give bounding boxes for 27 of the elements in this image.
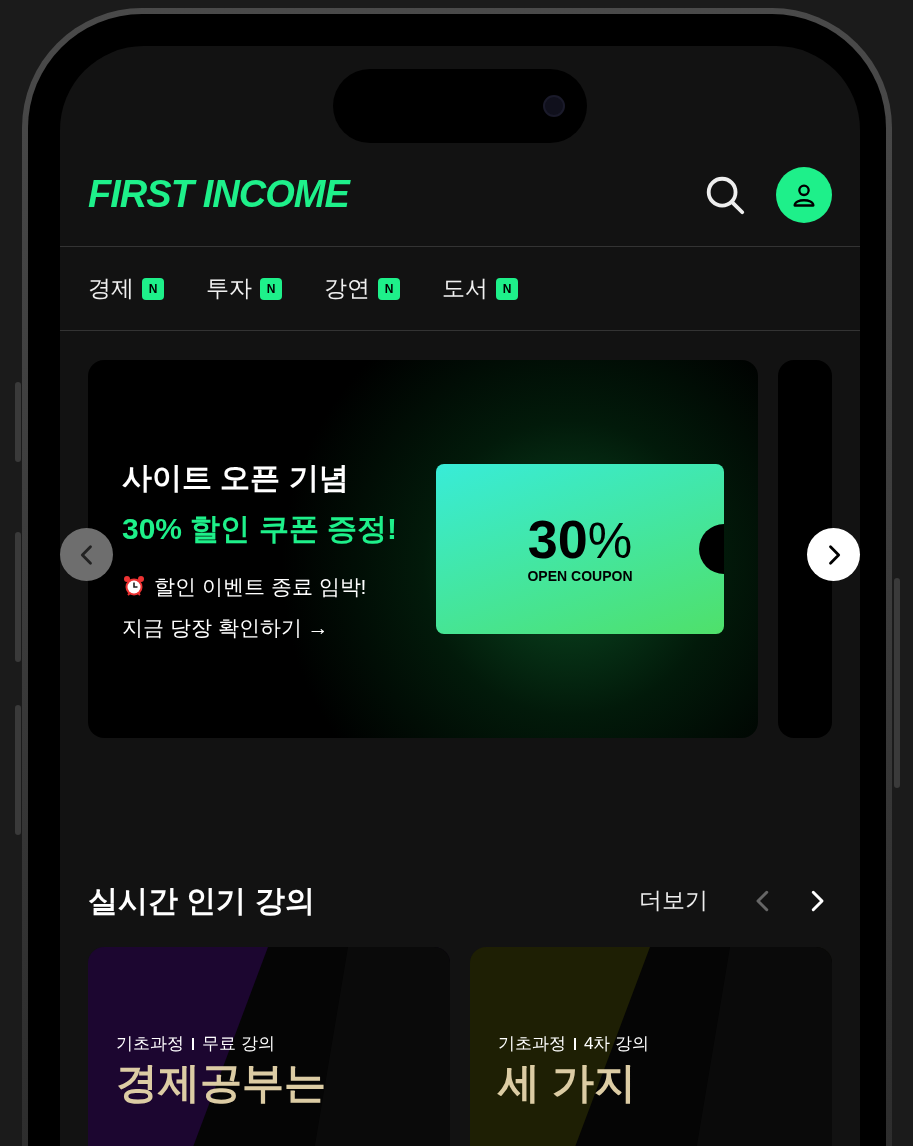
coupon-value: 30	[527, 511, 588, 566]
banner-highlight: 30% 할인 쿠폰 증정!	[122, 510, 398, 547]
category-tab[interactable]: 강연	[324, 271, 370, 306]
course-type: 무료 강의	[202, 1033, 275, 1055]
course-type: 4차 강의	[584, 1033, 650, 1055]
banner-link[interactable]: 지금 당장 확인하기 →	[122, 612, 398, 644]
course-title: 세 가지	[498, 1057, 637, 1108]
more-link[interactable]: 더보기	[639, 883, 708, 918]
category-tab[interactable]: 도서	[442, 271, 488, 306]
category-tab[interactable]: 경제	[88, 271, 134, 306]
new-badge: N	[260, 277, 282, 300]
app-logo[interactable]: FIRST INCOME	[88, 166, 349, 223]
coupon-caption: OPEN COUPON	[527, 566, 633, 586]
promo-banner[interactable]: 사이트 오픈 기념 30% 할인 쿠폰 증정! 할인 이벤트 종료 임박! 지금 당장 확인하기 → 30% OPEN COUPON	[88, 360, 758, 738]
coupon-unit: %	[587, 515, 633, 566]
course-tag: 기초과정	[116, 1031, 184, 1057]
category-tab[interactable]: 투자	[206, 271, 252, 306]
new-badge: N	[142, 277, 164, 300]
next-banner-card[interactable]	[778, 360, 832, 738]
camera-lens-icon	[543, 95, 565, 117]
new-badge: N	[378, 277, 400, 300]
banner-title: 사이트 오픈 기념	[122, 459, 350, 496]
new-badge: N	[496, 277, 518, 300]
course-tag: 기초과정	[498, 1031, 566, 1057]
banner-notice: 할인 이벤트 종료 임박!	[154, 573, 367, 600]
course-title: 경제공부는	[116, 1057, 327, 1108]
section-title: 실시간 인기 강의	[88, 883, 315, 919]
